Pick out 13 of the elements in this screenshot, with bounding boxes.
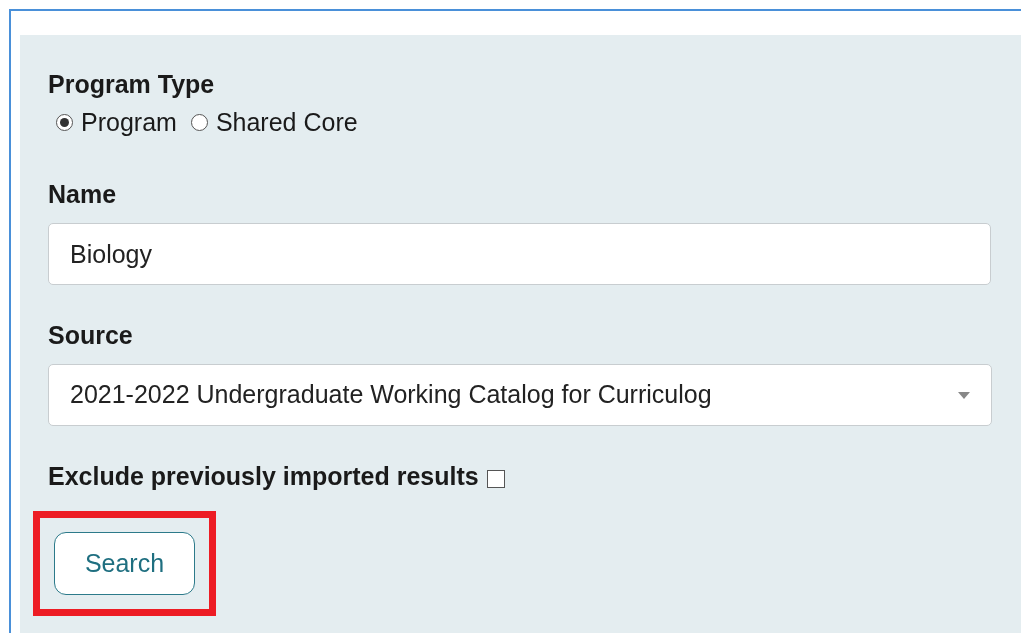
source-select[interactable]: 2021-2022 Undergraduate Working Catalog for Curriculog <box>48 364 992 426</box>
radio-label: Program <box>81 107 177 138</box>
exclude-checkbox[interactable] <box>486 470 505 488</box>
radio-button[interactable] <box>190 113 208 131</box>
dropdown-caret-icon <box>958 391 970 399</box>
radio-label: Shared Core <box>215 107 358 138</box>
name-field[interactable]: Biology <box>48 223 991 285</box>
field-label: Source <box>48 320 134 351</box>
checkbox-label: Exclude previously imported results <box>48 461 479 492</box>
radio-button[interactable] <box>56 113 73 131</box>
search-button[interactable]: Search <box>54 532 195 595</box>
field-label: Program Type <box>48 69 216 100</box>
field-label: Name <box>48 179 118 210</box>
